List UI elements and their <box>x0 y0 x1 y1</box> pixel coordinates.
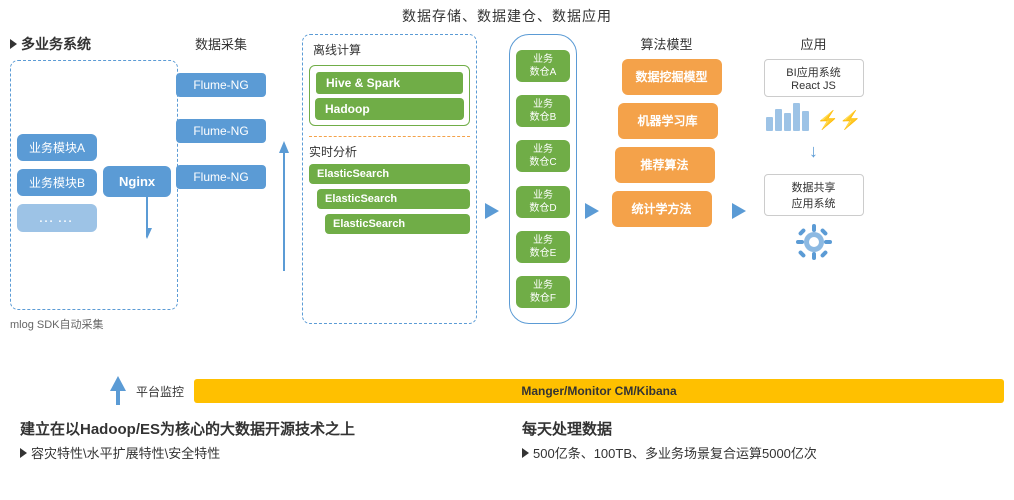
compute-col: 离线计算 Hive & Spark Hadoop 实时分析 ElasticSea… <box>302 34 477 324</box>
arrow-icon <box>10 39 17 49</box>
up-arrow-icon <box>110 376 126 406</box>
hive-spark-box: Hive & Spark <box>315 71 464 95</box>
biz-modules: 业务模块A 业务模块B …… <box>17 134 97 236</box>
algo-card-4: 统计学方法 <box>612 191 712 227</box>
realtime-section: 实时分析 ElasticSearch ElasticSearch Elastic… <box>309 143 470 317</box>
footer: 建立在以Hadoop/ES为核心的大数据开源技术之上 容灾特性\水平扩展特性\安… <box>0 410 1014 462</box>
monitor-bar: Manger/Monitor CM/Kibana <box>194 379 1004 403</box>
gear-icon-area <box>794 222 834 269</box>
algo-card-1: 数据挖掘模型 <box>622 59 722 95</box>
flume-ng-1: Flume-NG <box>176 73 266 97</box>
offline-section: Hive & Spark Hadoop <box>309 65 470 126</box>
collect-col: 数据采集 Flume-NG Flume-NG Flume-NG <box>176 34 266 324</box>
bar-4 <box>793 103 800 131</box>
monitor-label: 平台监控 <box>136 383 184 400</box>
wh-d: 业务数仓D <box>516 186 570 218</box>
plug-icon: ⚡⚡ <box>817 110 862 131</box>
footer-right: 每天处理数据 500亿条、100TB、多业务场景复合运算5000亿次 <box>522 418 994 462</box>
arrow-icon-footer-r <box>522 448 529 458</box>
monitor-row: 平台监控 Manger/Monitor CM/Kibana <box>110 376 1004 406</box>
bar-5 <box>802 111 809 131</box>
flume-ng-2: Flume-NG <box>176 119 266 143</box>
offline-title-row: 离线计算 <box>309 41 470 62</box>
bar-chart-icon-area: ⚡⚡ <box>766 101 862 131</box>
algo-card-2: 机器学习库 <box>618 103 718 139</box>
shared-app-label: 数据共享应用系统 <box>764 174 864 216</box>
bottom-section: 平台监控 Manger/Monitor CM/Kibana <box>0 372 1014 410</box>
arrow-1 <box>146 69 168 359</box>
hadoop-box: Hadoop <box>315 98 464 120</box>
warehouse-col: 业务数仓A 业务数仓B 业务数仓C 业务数仓D 业务数仓E 业务数仓F <box>509 34 577 324</box>
algorithm-col: 算法模型 数据挖掘模型 机器学习库 推荐算法 统计学方法 <box>609 34 724 259</box>
bar-1 <box>766 117 773 131</box>
wh-f: 业务数仓F <box>516 276 570 308</box>
mlog-label: mlog SDK自动采集 <box>10 316 104 332</box>
top-label: 数据存储、数据建仓、数据应用 <box>0 0 1014 30</box>
algo-stack: 数据挖掘模型 机器学习库 推荐算法 统计学方法 <box>612 59 722 259</box>
section-divider <box>309 136 470 137</box>
biz-module-dots: …… <box>17 204 97 232</box>
arrow-icon-3 <box>485 203 501 219</box>
arrow-icon-footer <box>20 448 27 458</box>
arrow-5 <box>732 66 748 356</box>
offline-title: 离线计算 <box>313 41 361 58</box>
down-arrow-icon: ↓ <box>809 141 818 162</box>
bi-app-label: BI应用系统React JS <box>764 59 864 97</box>
es-list: ElasticSearch ElasticSearch ElasticSearc… <box>309 164 470 237</box>
footer-main-text: 建立在以Hadoop/ES为核心的大数据开源技术之上 <box>20 418 492 439</box>
multi-biz-title: 多业务系统 <box>10 34 91 54</box>
footer-right-content: 500亿条、100TB、多业务场景复合运算5000亿次 <box>533 443 817 462</box>
footer-sub-text: 容灾特性\水平扩展特性\安全特性 <box>20 443 492 462</box>
footer-right-sub: 500亿条、100TB、多业务场景复合运算5000亿次 <box>522 443 994 462</box>
flume-list: Flume-NG Flume-NG Flume-NG <box>176 73 266 193</box>
footer-right-title: 每天处理数据 <box>522 418 994 439</box>
wh-c: 业务数仓C <box>516 140 570 172</box>
biz-module-a: 业务模块A <box>17 134 97 161</box>
app-title: 应用 <box>800 34 826 53</box>
es-box-1: ElasticSearch <box>309 164 470 184</box>
wh-b: 业务数仓B <box>516 95 570 127</box>
gear-icon <box>794 222 834 262</box>
collect-title: 数据采集 <box>195 34 247 53</box>
footer-left: 建立在以Hadoop/ES为核心的大数据开源技术之上 容灾特性\水平扩展特性\安… <box>20 418 492 462</box>
bar-3 <box>784 113 791 131</box>
bar-2 <box>775 109 782 131</box>
algo-card-3: 推荐算法 <box>615 147 715 183</box>
wh-e: 业务数仓E <box>516 231 570 263</box>
arrow-3 <box>485 66 501 356</box>
realtime-title: 实时分析 <box>309 143 470 160</box>
biz-module-b: 业务模块B <box>17 169 97 196</box>
algo-title: 算法模型 <box>640 34 692 53</box>
arrow-4 <box>585 66 601 356</box>
es-box-3: ElasticSearch <box>325 214 470 234</box>
arrow-icon-4 <box>585 203 601 219</box>
wh-a: 业务数仓A <box>516 50 570 82</box>
es-box-2: ElasticSearch <box>317 189 470 209</box>
bar-chart-icon <box>766 101 809 131</box>
arrow-2 <box>274 66 294 356</box>
footer-sub-content: 容灾特性\水平扩展特性\安全特性 <box>31 443 220 462</box>
arrow-icon-1 <box>146 184 168 244</box>
arrow-icon-5 <box>732 203 748 219</box>
app-col: 应用 BI应用系统React JS ⚡⚡ ↓ 数据共享应用系统 <box>756 34 871 269</box>
arrow-icon-2 <box>274 121 294 301</box>
flume-ng-3: Flume-NG <box>176 165 266 189</box>
